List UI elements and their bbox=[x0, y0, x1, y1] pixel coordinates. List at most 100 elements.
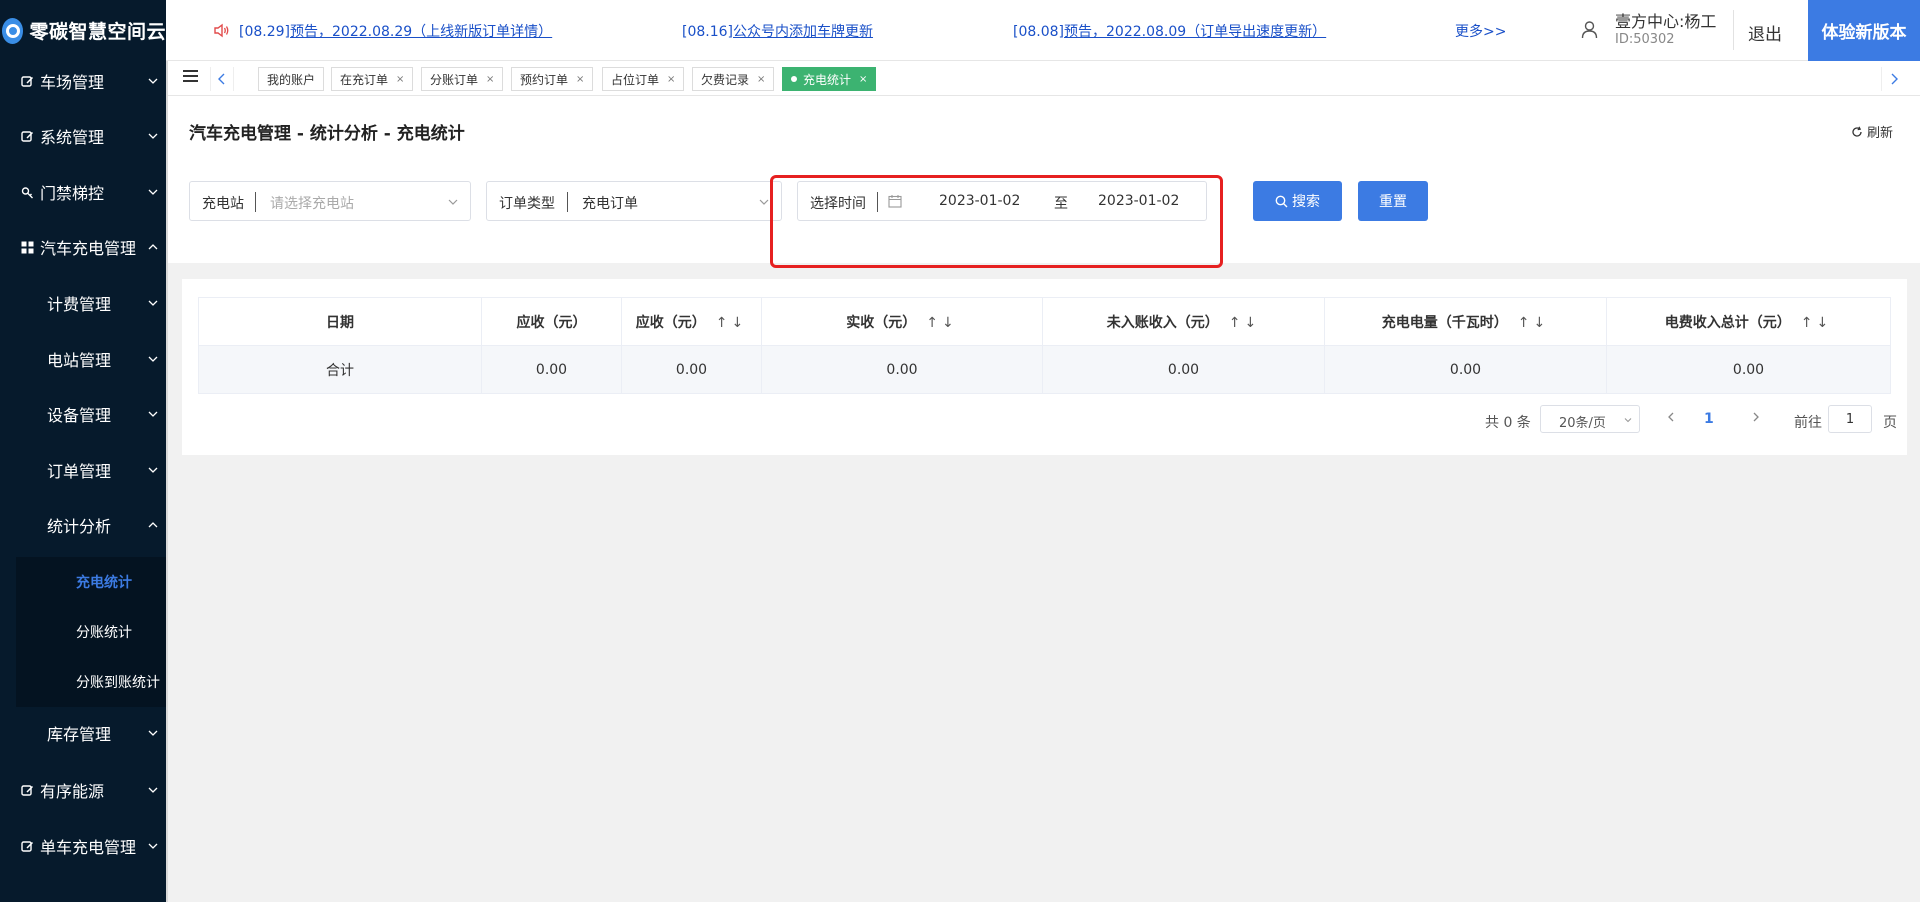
sidebar-item-stations[interactable]: 电站管理 bbox=[0, 339, 166, 379]
speaker-icon bbox=[214, 23, 229, 38]
tab-my-account[interactable]: 我的账户 bbox=[258, 67, 325, 91]
chevron-down-icon bbox=[148, 356, 158, 362]
sidebar-item-orders[interactable]: 订单管理 bbox=[0, 450, 166, 490]
sidebar-item-ev-charging[interactable]: 汽车充电管理 bbox=[0, 227, 166, 267]
tab-charging-stats[interactable]: 充电统计 × bbox=[782, 67, 877, 91]
station-placeholder: 请选择充电站 bbox=[270, 196, 354, 212]
table-panel: 日期 应收（元） 应收（元） ↑↓ 实收（元） ↑↓ 未入账收入（元） ↑↓ 充电电量… bbox=[182, 279, 1907, 455]
tabs-scroll-left-button[interactable] bbox=[210, 67, 234, 91]
sidebar-item-access[interactable]: 门禁梯控 bbox=[0, 172, 166, 212]
table-cell: 0.00 bbox=[1042, 345, 1325, 394]
notice-text: 公众号内添加车牌更新 bbox=[733, 24, 874, 40]
sidebar-item-billing[interactable]: 计费管理 bbox=[0, 283, 166, 323]
search-button[interactable]: 搜索 bbox=[1253, 181, 1342, 221]
submenu-item-label: 分账统计 bbox=[76, 625, 132, 641]
sort-arrows-icon[interactable]: ↑↓ bbox=[1518, 315, 1549, 331]
chevron-down-icon bbox=[148, 78, 158, 84]
station-label: 充电站 bbox=[202, 196, 244, 212]
edit-icon bbox=[21, 130, 34, 142]
tab-close-icon[interactable]: × bbox=[486, 74, 494, 85]
sidebar-item-label: 单车充电管理 bbox=[40, 838, 137, 857]
column-header-label: 应收（元） bbox=[516, 314, 587, 331]
sidebar-item-label: 库存管理 bbox=[47, 725, 112, 744]
logout-button[interactable]: 退出 bbox=[1748, 20, 1782, 45]
grid-icon bbox=[21, 241, 34, 253]
chevron-down-icon bbox=[148, 843, 158, 849]
column-header[interactable]: 充电电量（千瓦时） ↑↓ bbox=[1324, 297, 1607, 346]
column-header[interactable]: 电费收入总计（元） ↑↓ bbox=[1606, 297, 1891, 346]
tab-close-icon[interactable]: × bbox=[859, 74, 867, 85]
column-header[interactable]: 未入账收入（元） ↑↓ bbox=[1042, 297, 1325, 346]
tab-label: 分账订单 bbox=[430, 72, 479, 87]
sidebar-item-label: 统计分析 bbox=[47, 517, 112, 536]
sidebar-item-statistics[interactable]: 统计分析 bbox=[0, 505, 166, 545]
refresh-icon bbox=[1852, 126, 1862, 137]
sidebar-item-label: 设备管理 bbox=[47, 406, 112, 425]
user-name[interactable]: 壹方中心:杨工 bbox=[1615, 8, 1716, 32]
tab-close-icon[interactable]: × bbox=[667, 74, 675, 85]
table-cell: 0.00 bbox=[761, 345, 1043, 394]
notice-link[interactable]: [08.08]预告，2022.08.09（订单导出速度更新） bbox=[1013, 21, 1326, 41]
edit-icon bbox=[21, 840, 34, 852]
tabs-scroll-right-button[interactable] bbox=[1881, 67, 1905, 91]
column-header-label: 应收（元） bbox=[635, 314, 706, 331]
tab-charging-orders[interactable]: 在充订单 × bbox=[331, 67, 414, 91]
sort-arrows-icon[interactable]: ↑↓ bbox=[1801, 315, 1832, 331]
more-notices-link[interactable]: 更多>> bbox=[1455, 21, 1506, 41]
new-version-button[interactable]: 体验新版本 bbox=[1808, 0, 1920, 61]
page-size-select[interactable]: 20条/页 bbox=[1540, 405, 1640, 433]
top-header: 零碳智慧空间云 [08.29]预告，2022.08.29（上线新版订单详情） [… bbox=[0, 0, 1920, 61]
app-logo[interactable]: 零碳智慧空间云 bbox=[0, 0, 166, 61]
sidebar-item-inventory[interactable]: 库存管理 bbox=[0, 713, 166, 753]
next-page-button[interactable] bbox=[1751, 411, 1761, 427]
sidebar-item-label: 汽车充电管理 bbox=[40, 239, 137, 258]
column-header[interactable]: 应收（元） ↑↓ bbox=[621, 297, 762, 346]
station-select[interactable]: 充电站 请选择充电站 bbox=[189, 181, 471, 221]
order-type-select[interactable]: 订单类型 充电订单 bbox=[486, 181, 782, 221]
sort-arrows-icon[interactable]: ↑↓ bbox=[926, 315, 957, 331]
edit-icon bbox=[21, 784, 34, 796]
goto-page-input[interactable]: 1 bbox=[1828, 405, 1872, 433]
key-icon bbox=[21, 186, 33, 198]
tab-split-orders[interactable]: 分账订单 × bbox=[421, 67, 504, 91]
column-header-label: 日期 bbox=[326, 314, 354, 331]
tab-arrears[interactable]: 欠费记录 × bbox=[692, 67, 775, 91]
page-number-current[interactable]: 1 bbox=[1704, 411, 1714, 427]
column-header-label: 实收（元） bbox=[846, 314, 917, 331]
tab-label: 我的账户 bbox=[267, 72, 316, 87]
sort-arrows-icon[interactable]: ↑↓ bbox=[1229, 315, 1260, 331]
notice-link[interactable]: [08.16]公众号内添加车牌更新 bbox=[682, 21, 873, 41]
column-header[interactable]: 实收（元） ↑↓ bbox=[761, 297, 1043, 346]
tab-reserve-orders[interactable]: 预约订单 × bbox=[511, 67, 594, 91]
sort-arrows-icon[interactable]: ↑↓ bbox=[716, 315, 747, 331]
refresh-button[interactable]: 刷新 bbox=[1851, 122, 1893, 141]
menu-toggle-icon[interactable] bbox=[183, 70, 198, 83]
table-cell: 0.00 bbox=[1606, 345, 1891, 394]
active-dot-icon bbox=[791, 76, 797, 82]
tab-close-icon[interactable]: × bbox=[396, 74, 404, 85]
sidebar-item-energy[interactable]: 有序能源 bbox=[0, 770, 166, 810]
sidebar-item-devices[interactable]: 设备管理 bbox=[0, 394, 166, 434]
chevron-left-icon bbox=[1668, 412, 1674, 422]
notice-link[interactable]: [08.29]预告，2022.08.29（上线新版订单详情） bbox=[239, 21, 552, 41]
submenu-item-charging-stats[interactable]: 充电统计 bbox=[16, 562, 166, 602]
table-cell: 0.00 bbox=[1324, 345, 1607, 394]
tab-occupancy-orders[interactable]: 占位订单 × bbox=[602, 67, 685, 91]
chevron-left-icon bbox=[218, 73, 225, 85]
submenu-item-split-arrival-stats[interactable]: 分账到账统计 bbox=[16, 662, 166, 702]
goto-label: 前往 bbox=[1794, 415, 1822, 431]
tab-label: 占位订单 bbox=[611, 72, 660, 87]
tab-close-icon[interactable]: × bbox=[576, 74, 584, 85]
column-header: 应收（元） bbox=[481, 297, 622, 346]
reset-button[interactable]: 重置 bbox=[1358, 181, 1428, 221]
sidebar-item-system[interactable]: 系统管理 bbox=[0, 116, 166, 156]
prev-page-button[interactable] bbox=[1666, 411, 1676, 427]
tab-close-icon[interactable]: × bbox=[757, 74, 765, 85]
sidebar-item-bike-charging[interactable]: 单车充电管理 bbox=[0, 826, 166, 866]
submenu-item-label: 分账到账统计 bbox=[76, 675, 160, 691]
tab-label: 欠费记录 bbox=[701, 72, 750, 87]
edit-icon bbox=[21, 75, 34, 87]
chevron-up-icon bbox=[148, 522, 158, 528]
submenu-item-split-stats[interactable]: 分账统计 bbox=[16, 612, 166, 652]
sidebar-item-parking[interactable]: 车场管理 bbox=[0, 61, 166, 101]
